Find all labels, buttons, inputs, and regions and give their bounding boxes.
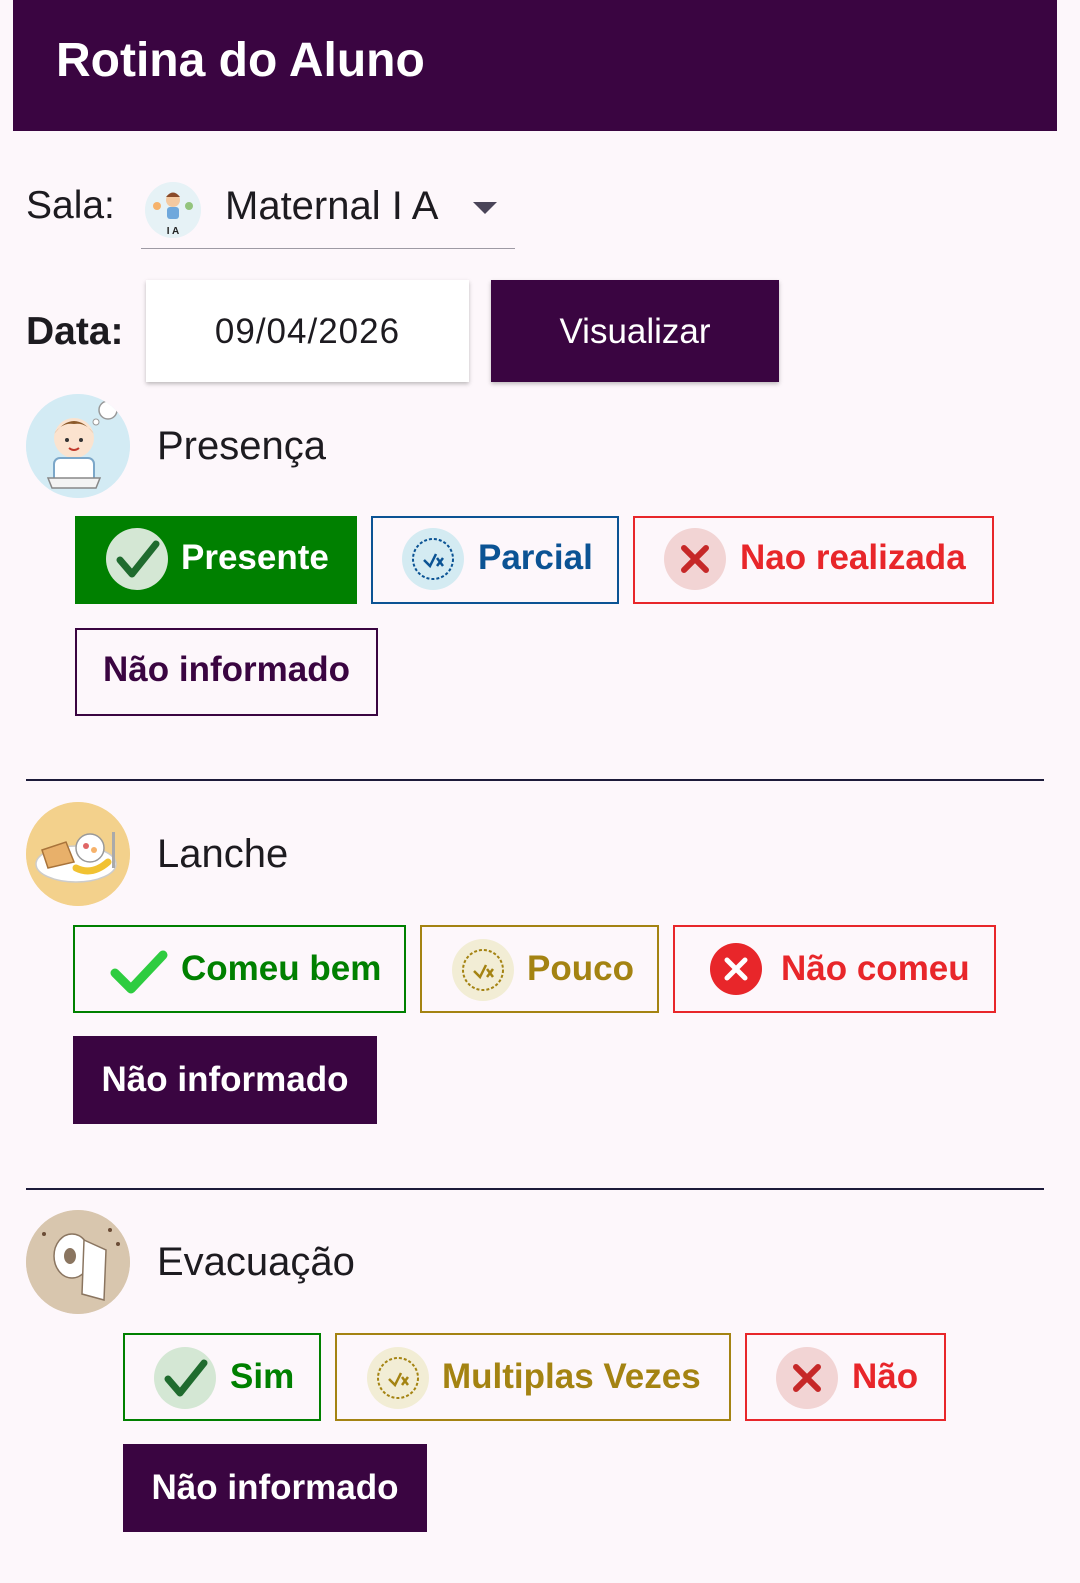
sala-dropdown[interactable]: I A Maternal I A <box>141 172 515 249</box>
visualizar-button[interactable]: Visualizar <box>491 280 779 382</box>
option-label: Não informado <box>103 650 350 689</box>
lanche-title: Lanche <box>157 832 289 876</box>
sala-label: Sala: <box>26 184 115 227</box>
option-label: Não <box>852 1357 919 1396</box>
data-label: Data: <box>26 310 124 353</box>
option-label: Comeu bem <box>181 949 382 988</box>
app-bar: Rotina do Aluno <box>13 0 1057 131</box>
date-value: 09/04/2026 <box>214 312 401 351</box>
parcial-stamp-icon <box>452 939 514 1001</box>
presenca-illustration-icon <box>26 394 130 498</box>
check-icon <box>106 528 168 590</box>
presenca-nao-informado-button[interactable]: Não informado <box>75 628 378 716</box>
section-divider <box>26 779 1044 781</box>
parcial-stamp-icon <box>367 1347 429 1409</box>
lanche-illustration-icon <box>26 802 130 906</box>
date-field[interactable]: 09/04/2026 <box>146 280 469 382</box>
option-label: Multiplas Vezes <box>442 1357 701 1396</box>
presenca-parcial-button[interactable]: Parcial <box>371 516 619 604</box>
x-icon <box>664 528 726 590</box>
presenca-presente-button[interactable]: Presente <box>75 516 357 604</box>
lanche-pouco-button[interactable]: Pouco <box>420 925 659 1013</box>
check-icon <box>109 939 171 1001</box>
x-icon <box>776 1347 838 1409</box>
option-label: Não comeu <box>781 949 970 988</box>
section-divider <box>26 1188 1044 1190</box>
class-avatar-icon: I A <box>145 182 201 238</box>
evacuacao-nao-button[interactable]: Não <box>745 1333 946 1421</box>
option-label: Não informado <box>101 1060 349 1099</box>
lanche-nao-informado-button[interactable]: Não informado <box>73 1036 377 1124</box>
presenca-title: Presença <box>157 424 326 468</box>
lanche-nao-comeu-button[interactable]: Não comeu <box>673 925 996 1013</box>
parcial-stamp-icon <box>402 528 464 590</box>
presenca-nao-realizada-button[interactable]: Nao realizada <box>633 516 994 604</box>
evacuacao-nao-informado-button[interactable]: Não informado <box>123 1444 427 1532</box>
sala-value: Maternal I A <box>225 184 439 228</box>
option-label: Presente <box>181 538 329 577</box>
svg-text:I A: I A <box>167 226 179 237</box>
option-label: Parcial <box>478 538 593 577</box>
option-label: Nao realizada <box>740 538 966 577</box>
option-label: Sim <box>230 1357 295 1396</box>
option-label: Pouco <box>527 949 634 988</box>
visualizar-label: Visualizar <box>559 312 711 351</box>
evacuacao-multiplas-vezes-button[interactable]: Multiplas Vezes <box>335 1333 731 1421</box>
evacuacao-title: Evacuação <box>157 1240 355 1284</box>
evacuacao-illustration-icon <box>26 1210 130 1314</box>
lanche-comeu-bem-button[interactable]: Comeu bem <box>73 925 406 1013</box>
x-icon <box>710 943 762 995</box>
chevron-down-icon <box>473 202 497 214</box>
evacuacao-sim-button[interactable]: Sim <box>123 1333 321 1421</box>
check-icon <box>154 1347 216 1409</box>
option-label: Não informado <box>151 1468 399 1507</box>
page-title: Rotina do Aluno <box>56 34 425 87</box>
